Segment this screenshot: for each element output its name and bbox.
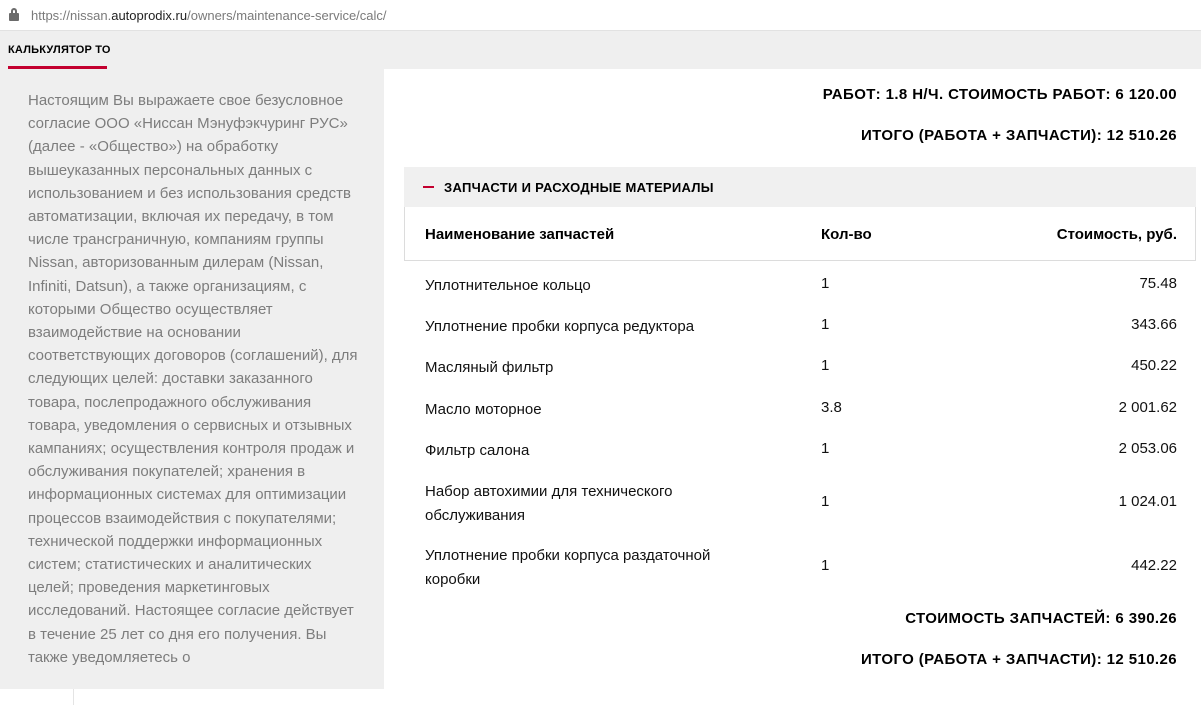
lock-icon[interactable] [9,8,19,21]
total-summary-top: ИТОГО (РАБОТА + ЗАПЧАСТИ): 12 510.26 [861,127,1177,144]
consent-text: Настоящим Вы выражаете свое безусловное … [28,92,358,666]
consent-panel[interactable]: Настоящим Вы выражаете свое безусловное … [0,69,384,689]
parts-section-header[interactable]: ЗАПЧАСТИ И РАСХОДНЫЕ МАТЕРИАЛЫ [404,167,1196,207]
part-name: Уплотнение пробки корпуса раздаточной ко… [425,547,711,588]
part-name: Фильтр салона [425,442,530,459]
part-cost: 343.66 [1131,316,1177,333]
url-prefix: https://nissan. [31,8,112,23]
part-name: Масляный фильтр [425,359,554,376]
column-header-cost: Стоимость, руб. [1056,226,1177,243]
tab-bar: КАЛЬКУЛЯТОР ТО [0,31,1201,76]
address-bar[interactable]: https://nissan.autoprodix.ru/owners/main… [0,0,1201,31]
panel-footer [0,689,384,705]
part-qty: 1 [821,440,830,457]
url-text[interactable]: https://nissan.autoprodix.ru/owners/main… [31,8,387,23]
part-qty: 3.8 [821,399,842,416]
part-name: Уплотнительное кольцо [425,277,591,294]
part-qty: 1 [821,316,830,333]
part-cost: 2 001.62 [1118,399,1177,416]
column-header-name: Наименование запчастей [425,226,615,243]
part-qty: 1 [821,493,830,510]
part-cost: 450.22 [1131,357,1177,374]
part-name: Уплотнение пробки корпуса редуктора [425,318,695,335]
part-cost: 442.22 [1131,557,1177,574]
column-header-qty: Кол-во [821,226,872,243]
tab-calculator[interactable]: КАЛЬКУЛЯТОР ТО [8,44,111,56]
total-summary-bottom: ИТОГО (РАБОТА + ЗАПЧАСТИ): 12 510.26 [861,651,1177,668]
url-path: /owners/maintenance-service/calc/ [187,8,387,23]
part-name: Набор автохимии для технического обслужи… [425,483,673,524]
part-cost: 1 024.01 [1118,493,1177,510]
part-cost: 2 053.06 [1118,440,1177,457]
part-cost: 75.48 [1139,275,1177,292]
url-domain: autoprodix.ru [111,8,188,23]
part-qty: 1 [821,557,830,574]
part-name: Масло моторное [425,401,542,418]
part-qty: 1 [821,357,830,374]
parts-cost-summary: СТОИМОСТЬ ЗАПЧАСТЕЙ: 6 390.26 [905,610,1177,627]
parts-section-title: ЗАПЧАСТИ И РАСХОДНЫЕ МАТЕРИАЛЫ [444,180,714,195]
minus-icon[interactable] [423,186,434,188]
part-qty: 1 [821,275,830,292]
parts-table-header: Наименование запчастей Кол-во Стоимость,… [404,207,1196,261]
divider [73,689,74,705]
work-summary: РАБОТ: 1.8 Н/Ч. СТОИМОСТЬ РАБОТ: 6 120.0… [822,86,1177,103]
